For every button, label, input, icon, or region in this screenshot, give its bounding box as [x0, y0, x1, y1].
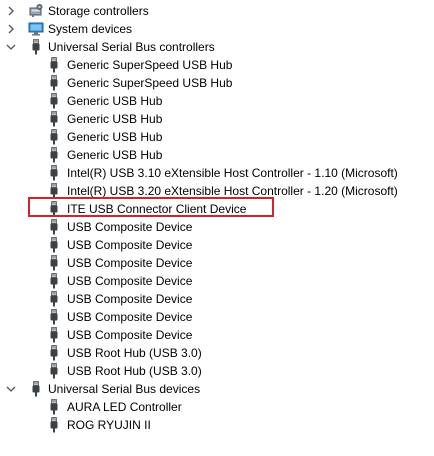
- usb-plug-icon: [28, 381, 44, 397]
- device-label: USB Composite Device: [67, 238, 193, 252]
- usb-plug-icon: [46, 183, 62, 199]
- chevron-down-icon[interactable]: [6, 380, 16, 398]
- category-label: Storage controllers: [48, 4, 149, 18]
- category-system-devices[interactable]: System devices: [0, 20, 434, 38]
- device-item[interactable]: Intel(R) USB 3.10 eXtensible Host Contro…: [0, 164, 434, 182]
- usb-plug-icon: [46, 201, 62, 217]
- device-item[interactable]: AURA LED Controller: [0, 398, 434, 416]
- device-item[interactable]: USB Composite Device: [0, 236, 434, 254]
- usb-plug-icon: [46, 309, 62, 325]
- usb-plug-icon: [28, 39, 44, 55]
- usb-plug-icon: [46, 147, 62, 163]
- usb-plug-icon: [46, 273, 62, 289]
- device-item[interactable]: USB Root Hub (USB 3.0): [0, 362, 434, 380]
- device-item[interactable]: Generic USB Hub: [0, 146, 434, 164]
- device-label: Intel(R) USB 3.10 eXtensible Host Contro…: [67, 166, 398, 180]
- usb-plug-icon: [46, 129, 62, 145]
- device-item[interactable]: Generic SuperSpeed USB Hub: [0, 74, 434, 92]
- device-label: Generic USB Hub: [67, 130, 163, 144]
- device-tree: Storage controllers System devices Unive…: [0, 2, 434, 434]
- device-item[interactable]: USB Composite Device: [0, 290, 434, 308]
- usb-plug-icon: [46, 255, 62, 271]
- category-label: System devices: [48, 22, 133, 36]
- device-item[interactable]: USB Composite Device: [0, 272, 434, 290]
- device-label: Generic USB Hub: [67, 94, 163, 108]
- device-item[interactable]: Generic SuperSpeed USB Hub: [0, 56, 434, 74]
- system-devices-icon: [28, 21, 44, 37]
- device-item[interactable]: USB Composite Device: [0, 254, 434, 272]
- usb-plug-icon: [46, 399, 62, 415]
- usb-plug-icon: [46, 75, 62, 91]
- device-item[interactable]: USB Composite Device: [0, 308, 434, 326]
- device-label: Intel(R) USB 3.20 eXtensible Host Contro…: [67, 184, 398, 198]
- usb-plug-icon: [46, 219, 62, 235]
- device-label: USB Composite Device: [67, 328, 193, 342]
- device-item[interactable]: USB Composite Device: [0, 218, 434, 236]
- chevron-down-icon[interactable]: [6, 38, 16, 56]
- device-label: ITE USB Connector Client Device: [67, 202, 247, 216]
- device-label: USB Root Hub (USB 3.0): [67, 364, 202, 378]
- usb-plug-icon: [46, 111, 62, 127]
- device-label: USB Root Hub (USB 3.0): [67, 346, 202, 360]
- device-label: USB Composite Device: [67, 220, 193, 234]
- chevron-right-icon[interactable]: [6, 2, 16, 20]
- storage-controller-icon: [28, 3, 44, 19]
- device-label: USB Composite Device: [67, 256, 193, 270]
- usb-plug-icon: [46, 327, 62, 343]
- device-label: Generic USB Hub: [67, 112, 163, 126]
- device-label: ROG RYUJIN II: [67, 418, 151, 432]
- device-item[interactable]: Generic USB Hub: [0, 128, 434, 146]
- device-item[interactable]: Generic USB Hub: [0, 92, 434, 110]
- category-usb-controllers[interactable]: Universal Serial Bus controllers: [0, 38, 434, 56]
- usb-plug-icon: [46, 165, 62, 181]
- usb-plug-icon: [46, 291, 62, 307]
- device-label: Generic SuperSpeed USB Hub: [67, 76, 233, 90]
- device-label: Generic USB Hub: [67, 148, 163, 162]
- usb-plug-icon: [46, 345, 62, 361]
- category-usb-devices[interactable]: Universal Serial Bus devices: [0, 380, 434, 398]
- device-label: USB Composite Device: [67, 292, 193, 306]
- category-storage-controllers[interactable]: Storage controllers: [0, 2, 434, 20]
- device-label: AURA LED Controller: [67, 400, 182, 414]
- device-item-ite-usb-connector[interactable]: ITE USB Connector Client Device: [0, 200, 434, 218]
- usb-plug-icon: [46, 237, 62, 253]
- usb-plug-icon: [46, 417, 62, 433]
- usb-plug-icon: [46, 93, 62, 109]
- device-item[interactable]: ROG RYUJIN II: [0, 416, 434, 434]
- category-label: Universal Serial Bus controllers: [48, 40, 215, 54]
- device-item[interactable]: Generic USB Hub: [0, 110, 434, 128]
- usb-plug-icon: [46, 363, 62, 379]
- usb-plug-icon: [46, 57, 62, 73]
- device-label: USB Composite Device: [67, 274, 193, 288]
- category-label: Universal Serial Bus devices: [48, 382, 201, 396]
- chevron-right-icon[interactable]: [6, 20, 16, 38]
- device-item[interactable]: USB Root Hub (USB 3.0): [0, 344, 434, 362]
- device-item[interactable]: Intel(R) USB 3.20 eXtensible Host Contro…: [0, 182, 434, 200]
- device-label: Generic SuperSpeed USB Hub: [67, 58, 233, 72]
- device-label: USB Composite Device: [67, 310, 193, 324]
- device-item[interactable]: USB Composite Device: [0, 326, 434, 344]
